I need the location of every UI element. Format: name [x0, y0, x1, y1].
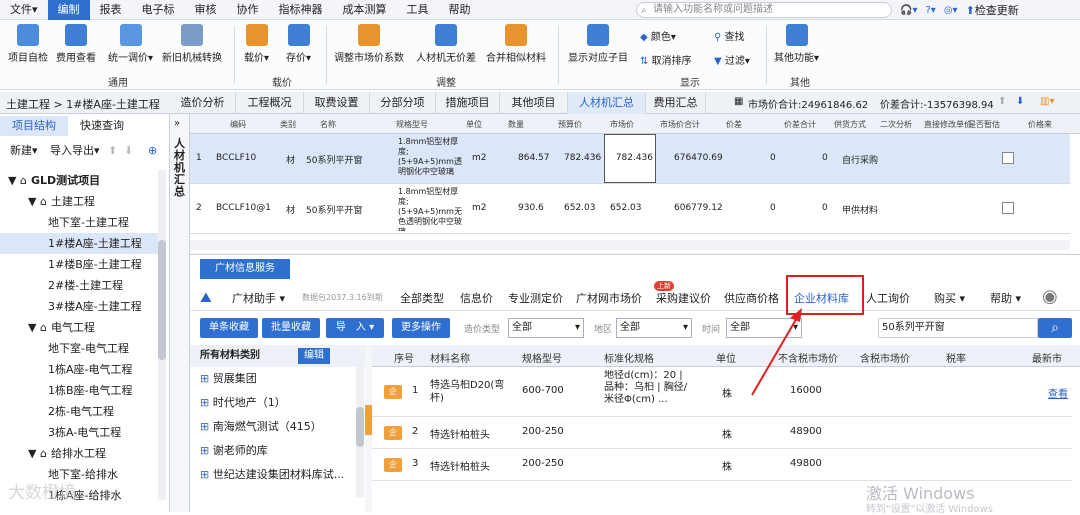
- activation-watermark-sub: 转到"设置"以激活 Windows: [866, 504, 994, 515]
- annotation-arrow: [751, 308, 802, 396]
- corner-logo: 大数橙境: [8, 483, 76, 503]
